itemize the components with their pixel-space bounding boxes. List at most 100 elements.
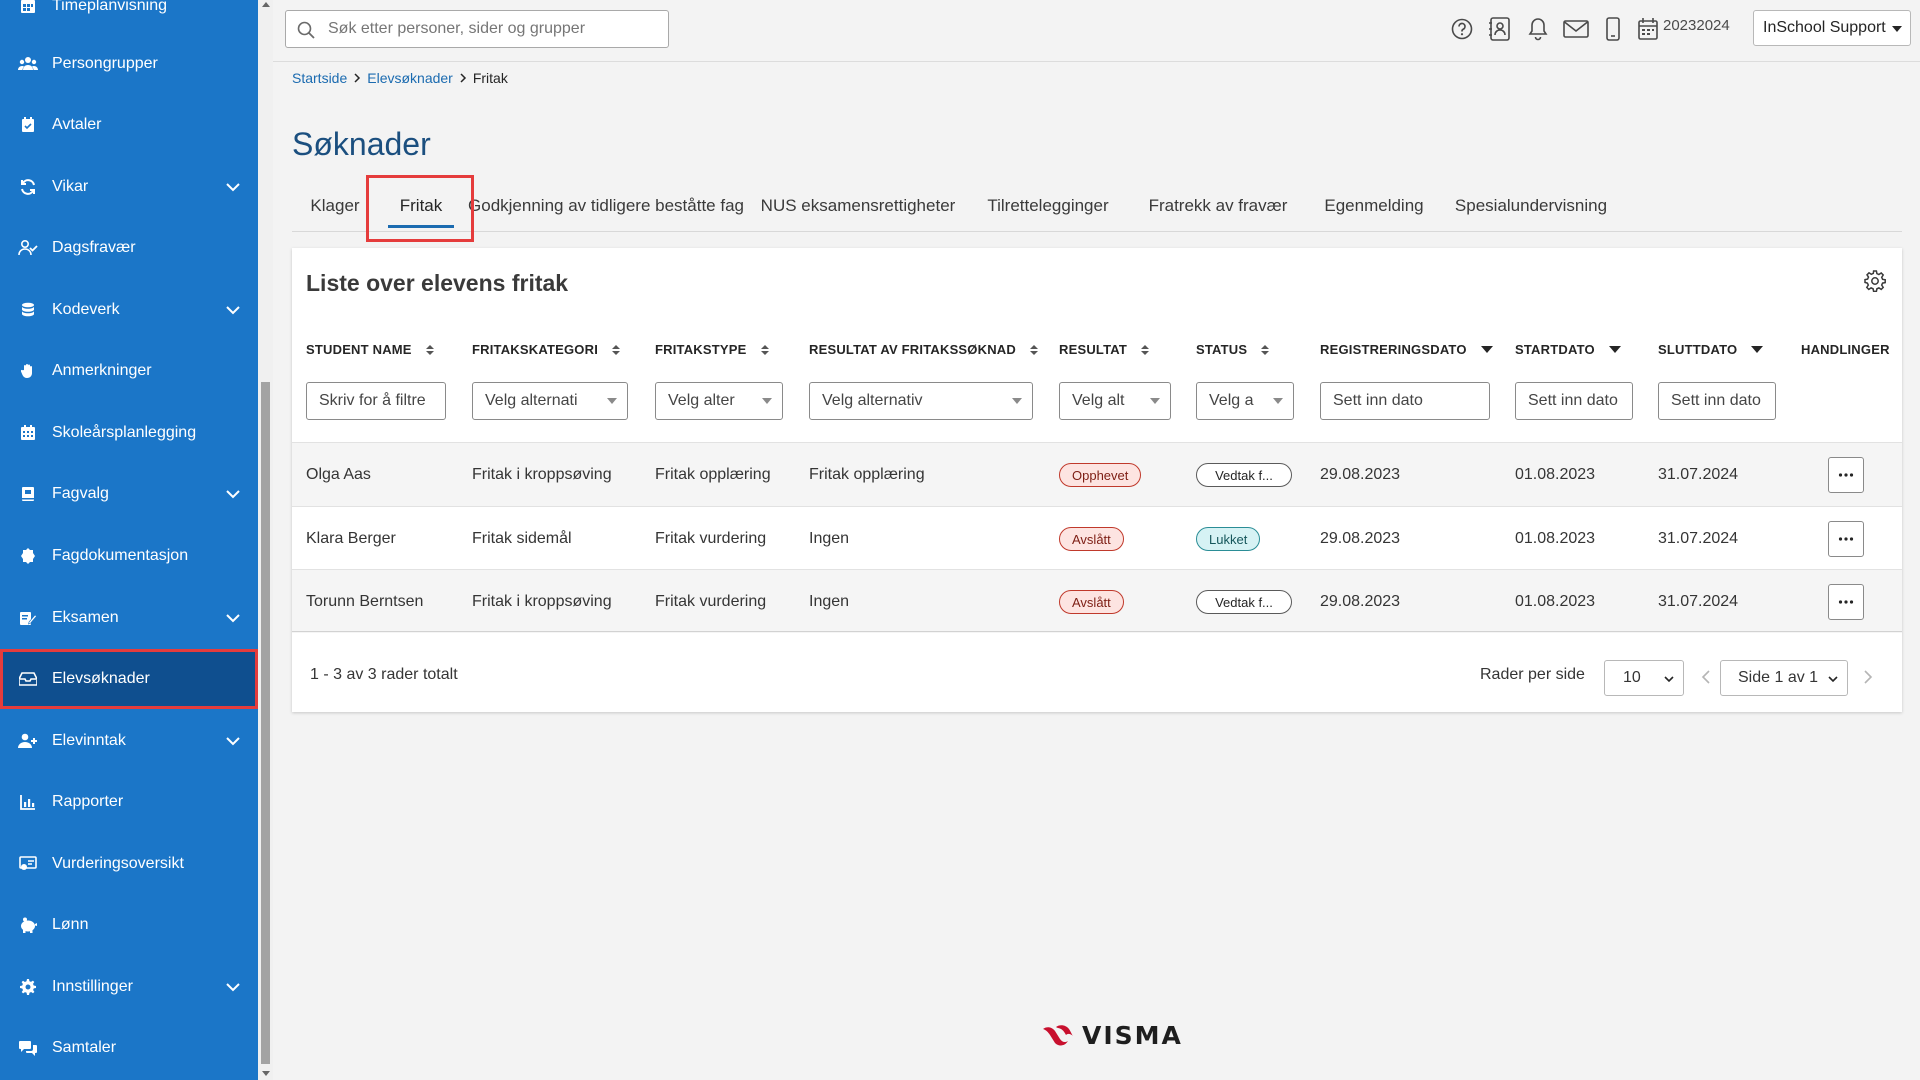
breadcrumb: Startside Elevsøknader Fritak bbox=[292, 70, 508, 86]
chevron-down-icon[interactable] bbox=[224, 609, 242, 627]
row-actions-button[interactable] bbox=[1828, 584, 1864, 620]
table-row[interactable]: Olga Aas Fritak i kroppsøving Fritak opp… bbox=[292, 442, 1902, 506]
visma-logo: VISMA bbox=[1042, 1021, 1183, 1050]
cell-registreringsdato: 29.08.2023 bbox=[1320, 530, 1401, 547]
row-count-text: 1 - 3 av 3 rader totalt bbox=[310, 666, 458, 683]
chevron-down-icon[interactable] bbox=[224, 485, 242, 503]
sidebar-item-elevsoknader[interactable]: Elevsøknader bbox=[0, 649, 258, 709]
breadcrumb-elevsoknader[interactable]: Elevsøknader bbox=[367, 70, 453, 86]
mail-icon[interactable] bbox=[1563, 16, 1589, 42]
tab-tilrettelegginger[interactable]: Tilrettelegginger bbox=[968, 180, 1128, 232]
column-label: SLUTTDATO bbox=[1658, 342, 1738, 357]
sidebar-item-timeplanvisning[interactable]: Timeplanvisning bbox=[0, 0, 258, 36]
tab-egenmelding[interactable]: Egenmelding bbox=[1308, 180, 1440, 232]
help-icon[interactable] bbox=[1449, 16, 1475, 42]
filter-student-name-input[interactable] bbox=[319, 392, 445, 410]
sidebar-item-vikar[interactable]: Vikar bbox=[0, 157, 258, 217]
filter-sluttdato-input[interactable] bbox=[1671, 392, 1775, 410]
sidebar-item-dagsfravaer[interactable]: Dagsfravær bbox=[0, 218, 258, 278]
notification-bell-icon[interactable] bbox=[1525, 16, 1551, 42]
chevron-down-icon[interactable] bbox=[224, 301, 242, 319]
previous-page-chevron-icon[interactable] bbox=[1698, 668, 1714, 686]
sidebar-item-label: Vurderingsoversikt bbox=[52, 855, 184, 872]
cell-fritakskategori: Fritak i kroppsøving bbox=[472, 593, 612, 610]
filter-startdato-input[interactable] bbox=[1528, 392, 1632, 410]
settings-gear-icon[interactable] bbox=[1864, 270, 1886, 292]
search-box[interactable] bbox=[285, 10, 669, 48]
tab-godkjenning[interactable]: Godkjenning av tidligere beståtte fag bbox=[464, 180, 748, 232]
column-label: RESULTAT AV FRITAKSSØKNAD bbox=[809, 342, 1016, 357]
scroll-down-arrow-icon[interactable] bbox=[262, 1071, 270, 1076]
sidebar-item-avtaler[interactable]: Avtaler bbox=[0, 95, 258, 155]
table-row[interactable]: Klara Berger Fritak sidemål Fritak vurde… bbox=[292, 506, 1902, 570]
contact-card-icon[interactable] bbox=[1487, 16, 1513, 42]
user-menu-button[interactable]: InSchool Support bbox=[1753, 10, 1911, 46]
table-row[interactable]: Torunn Berntsen Fritak i kroppsøving Fri… bbox=[292, 569, 1902, 633]
sidebar-item-skolearsplanlegging[interactable]: Skoleårsplanlegging bbox=[0, 403, 258, 463]
column-header-fritakstype[interactable]: FRITAKSTYPE bbox=[655, 342, 771, 357]
caret-down-icon bbox=[762, 398, 772, 404]
mobile-phone-icon[interactable] bbox=[1600, 16, 1626, 42]
sidebar-item-fagdokumentasjon[interactable]: Fagdokumentasjon bbox=[0, 526, 258, 586]
chevron-right-icon bbox=[354, 73, 361, 83]
tab-fritak[interactable]: Fritak bbox=[378, 180, 464, 232]
column-header-resultat[interactable]: RESULTAT bbox=[1059, 342, 1151, 357]
row-actions-button[interactable] bbox=[1828, 457, 1864, 493]
filter-sluttdato[interactable] bbox=[1658, 382, 1776, 420]
sidebar-item-kodeverk[interactable]: Kodeverk bbox=[0, 280, 258, 340]
column-header-registreringsdato[interactable]: REGISTRERINGSDATO bbox=[1320, 342, 1493, 357]
caret-down-icon bbox=[1012, 398, 1022, 404]
filter-resultat-select[interactable]: Velg alt bbox=[1059, 382, 1171, 420]
chevron-down-icon[interactable] bbox=[224, 178, 242, 196]
column-header-fritakskategori[interactable]: FRITAKSKATEGORI bbox=[472, 342, 622, 357]
breadcrumb-startside[interactable]: Startside bbox=[292, 70, 347, 86]
tab-klager[interactable]: Klager bbox=[292, 180, 378, 232]
sidebar-scrollbar-thumb[interactable] bbox=[261, 382, 270, 1064]
cell-resultat-av-fritakssoknad: Ingen bbox=[809, 593, 850, 610]
sidebar-item-lonn[interactable]: Lønn bbox=[0, 895, 258, 955]
column-header-student-name[interactable]: STUDENT NAME bbox=[306, 342, 436, 357]
filter-registreringsdato[interactable] bbox=[1320, 382, 1490, 420]
row-actions-button[interactable] bbox=[1828, 521, 1864, 557]
sidebar-item-rapporter[interactable]: Rapporter bbox=[0, 772, 258, 832]
filter-student-name[interactable] bbox=[306, 382, 446, 420]
tab-fratrekk-av-fravaer[interactable]: Fratrekk av fravær bbox=[1128, 180, 1308, 232]
sidebar-item-persongrupper[interactable]: Persongrupper bbox=[0, 34, 258, 94]
search-input[interactable] bbox=[328, 17, 658, 41]
page-select[interactable]: Side 1 av 1 bbox=[1720, 660, 1848, 696]
sidebar-item-label: Lønn bbox=[52, 916, 89, 933]
scroll-up-arrow-icon[interactable] bbox=[262, 2, 270, 7]
column-header-startdato[interactable]: STARTDATO bbox=[1515, 342, 1621, 357]
school-year-selector[interactable]: 20232024 bbox=[1663, 17, 1730, 34]
sidebar-item-vurderingsoversikt[interactable]: Vurderingsoversikt bbox=[0, 834, 258, 894]
sidebar-item-anmerkninger[interactable]: Anmerkninger bbox=[0, 341, 258, 401]
next-page-chevron-icon[interactable] bbox=[1860, 668, 1876, 686]
column-header-sluttdato[interactable]: SLUTTDATO bbox=[1658, 342, 1764, 357]
breadcrumb-current: Fritak bbox=[472, 70, 508, 86]
sidebar-item-samtaler[interactable]: Samtaler bbox=[0, 1018, 258, 1078]
calendar-icon[interactable] bbox=[1635, 16, 1661, 42]
sidebar-item-eksamen[interactable]: Eksamen bbox=[0, 588, 258, 648]
sidebar-item-innstillinger[interactable]: Innstillinger bbox=[0, 957, 258, 1017]
sidebar-item-elevinntak[interactable]: Elevinntak bbox=[0, 711, 258, 771]
sort-desc-icon bbox=[1751, 346, 1764, 353]
chevron-down-icon[interactable] bbox=[224, 732, 242, 750]
column-header-resultat-av-fritakssoknad[interactable]: RESULTAT AV FRITAKSSØKNAD bbox=[809, 342, 1040, 357]
column-label: HANDLINGER bbox=[1801, 342, 1890, 357]
filter-resultat-av-fritakssoknad-select[interactable]: Velg alternativ bbox=[809, 382, 1033, 420]
filter-status-select[interactable]: Velg a bbox=[1196, 382, 1294, 420]
tab-nus-eksamensrettigheter[interactable]: NUS eksamensrettigheter bbox=[748, 180, 968, 232]
book-icon bbox=[18, 484, 38, 504]
sidebar-item-fagvalg[interactable]: Fagvalg bbox=[0, 464, 258, 524]
filter-fritakskategori-select[interactable]: Velg alternati bbox=[472, 382, 628, 420]
filter-fritakstype-select[interactable]: Velg alter bbox=[655, 382, 783, 420]
rows-per-page-select[interactable]: 10 bbox=[1604, 660, 1684, 696]
tab-spesialundervisning[interactable]: Spesialundervisning bbox=[1440, 180, 1622, 232]
caret-down-icon bbox=[1892, 26, 1902, 32]
filter-registreringsdato-input[interactable] bbox=[1333, 392, 1489, 410]
chevron-down-icon[interactable] bbox=[224, 978, 242, 996]
filter-placeholder: Velg alternati bbox=[485, 392, 578, 409]
column-header-status[interactable]: STATUS bbox=[1196, 342, 1271, 357]
filter-startdato[interactable] bbox=[1515, 382, 1633, 420]
cell-fritakskategori: Fritak sidemål bbox=[472, 530, 572, 547]
